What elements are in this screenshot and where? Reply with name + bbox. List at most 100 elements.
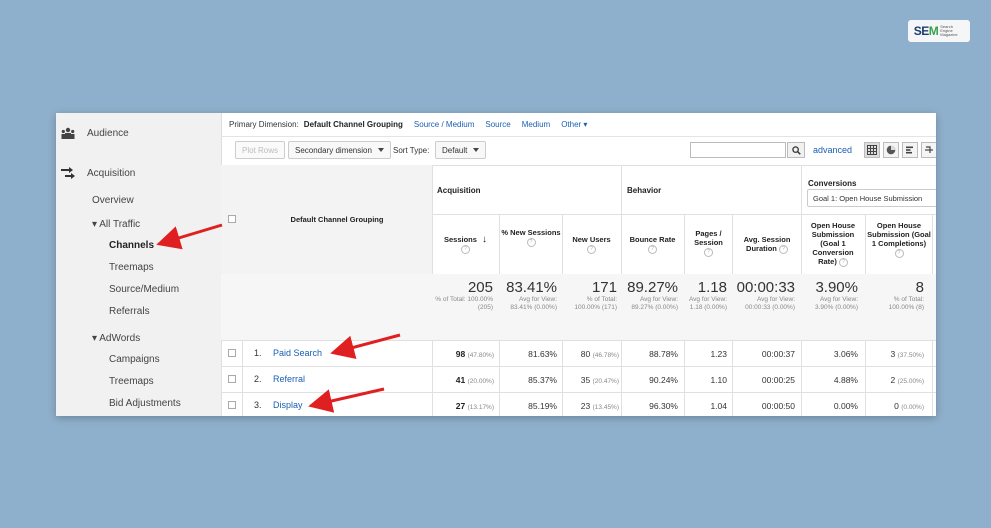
table-view-button[interactable] xyxy=(864,142,880,158)
bar-view-button[interactable] xyxy=(902,142,918,158)
row-pages-session: 1.04 xyxy=(710,401,727,411)
sidebar-item-campaigns[interactable]: Campaigns xyxy=(109,354,160,365)
total-avg-duration: 00:00:33 Avg for View: 00:00:33 (0.00%) xyxy=(736,279,795,312)
column-header-new-users[interactable]: New Users? xyxy=(562,235,621,254)
sidebar-item-channels[interactable]: Channels xyxy=(109,240,154,251)
row-avg-duration: 00:00:37 xyxy=(761,349,795,359)
pivot-view-button[interactable] xyxy=(921,142,936,158)
row-avg-duration: 00:00:50 xyxy=(761,401,795,411)
column-header-sessions[interactable]: Sessions ↓ ? xyxy=(432,235,499,254)
column-label-pages-session: Pages / Session xyxy=(694,229,723,247)
row-bounce-rate: 96.30% xyxy=(649,401,678,411)
total-new-sessions: 83.41% Avg for View: 83.41% (0.00%) xyxy=(506,279,557,312)
select-all-checkbox[interactable] xyxy=(228,215,236,223)
row-new-users: 23 (13.45%) xyxy=(580,401,619,411)
help-icon[interactable]: ? xyxy=(704,247,713,257)
sidebar-item-all-traffic[interactable]: ▾ All Traffic xyxy=(92,219,140,230)
grid-icon xyxy=(867,145,877,155)
row-pages-session: 1.10 xyxy=(710,375,727,385)
pie-chart-icon xyxy=(886,145,896,155)
dimension-other-dropdown[interactable]: Other ▾ xyxy=(561,120,587,129)
dimension-link-medium[interactable]: Medium xyxy=(522,120,550,129)
report-area: Primary Dimension: Default Channel Group… xyxy=(221,113,936,416)
pie-view-button[interactable] xyxy=(883,142,899,158)
sidebar-item-source-medium[interactable]: Source/Medium xyxy=(109,284,179,295)
column-header-pages-session[interactable]: Pages / Session? xyxy=(686,229,731,257)
group-header-behavior: Behavior xyxy=(627,186,662,195)
row-channel-link[interactable]: Referral xyxy=(273,374,305,384)
help-icon[interactable]: ? xyxy=(648,244,657,254)
row-avg-duration: 00:00:25 xyxy=(761,375,795,385)
sort-type-value: Default xyxy=(442,145,468,155)
help-icon[interactable]: ? xyxy=(587,244,596,254)
sidebar-item-audience[interactable]: Audience xyxy=(61,127,129,139)
row-checkbox[interactable] xyxy=(228,349,236,357)
row-index: 2. xyxy=(254,374,262,384)
row-sessions: 98 (47.80%) xyxy=(455,349,494,359)
channels-table: Default Channel Grouping Acquisition Beh… xyxy=(221,165,936,416)
sidebar-item-adwords-treemaps[interactable]: Treemaps xyxy=(109,376,154,387)
table-toolbar: Plot Rows Secondary dimension Sort Type:… xyxy=(221,137,936,165)
row-channel-link[interactable]: Display xyxy=(273,400,303,410)
sidebar-item-adwords[interactable]: ▾ AdWords xyxy=(92,333,140,344)
row-index: 3. xyxy=(254,400,262,410)
secondary-dimension-label: Secondary dimension xyxy=(295,145,372,155)
sidebar-item-acquisition[interactable]: Acquisition xyxy=(61,167,135,179)
plot-rows-button[interactable]: Plot Rows xyxy=(235,141,286,159)
row-new-users: 35 (20.47%) xyxy=(580,375,619,385)
total-bounce-rate: 89.27% Avg for View: 89.27% (0.00%) xyxy=(627,279,678,312)
column-header-completions[interactable]: Open House Submission (Goal 1 Completion… xyxy=(867,221,931,258)
column-header-conversion-rate[interactable]: Open House Submission (Goal 1 Conversion… xyxy=(803,221,863,267)
row-pages-session: 1.23 xyxy=(710,349,727,359)
help-icon[interactable]: ? xyxy=(838,257,848,267)
total-conversion-rate: 3.90% Avg for View: 3.90% (0.00%) xyxy=(815,279,858,312)
goal-select-dropdown[interactable]: Goal 1: Open House Submission xyxy=(807,189,936,207)
row-completions: 2 (25.00%) xyxy=(890,375,924,385)
row-channel-link[interactable]: Paid Search xyxy=(273,348,322,358)
sidebar-label-acquisition: Acquisition xyxy=(87,167,136,179)
primary-dimension-bar: Primary Dimension: Default Channel Group… xyxy=(221,113,936,137)
help-icon[interactable]: ? xyxy=(778,244,788,254)
row-new-sessions: 81.63% xyxy=(528,349,557,359)
sidebar-item-bid-adjustments[interactable]: Bid Adjustments xyxy=(109,398,181,409)
sidebar-item-overview[interactable]: Overview xyxy=(92,195,134,206)
group-header-conversions: Conversions xyxy=(808,179,857,188)
total-pages-session: 1.18 Avg for View: 1.18 (0.00%) xyxy=(688,279,727,312)
total-new-users: 171% of Total: 100.00% (171) xyxy=(574,279,617,312)
row-checkbox[interactable] xyxy=(228,375,236,383)
column-label-completions: Open House Submission (Goal 1 Completion… xyxy=(867,221,931,248)
sort-type-dropdown[interactable]: Default xyxy=(435,141,487,159)
help-icon[interactable]: ? xyxy=(526,237,536,247)
row-sessions: 41 (20.00%) xyxy=(455,375,494,385)
dimension-link-source[interactable]: Source xyxy=(485,120,510,129)
chevron-down-icon xyxy=(377,148,384,152)
sidebar-item-referrals[interactable]: Referrals xyxy=(109,306,150,317)
dimension-column-header[interactable]: Default Channel Grouping xyxy=(242,215,432,224)
sidebar: Audience Acquisition Overview ▾ All Traf… xyxy=(56,113,222,416)
acquisition-icon xyxy=(61,167,75,179)
pivot-icon xyxy=(925,146,933,153)
sort-down-arrow-icon: ↓ xyxy=(482,234,488,245)
logo-mark: SEM xyxy=(913,24,939,38)
column-label-new-sessions: % New Sessions xyxy=(501,228,561,237)
bar-chart-icon xyxy=(906,146,913,154)
dimension-link-source-medium[interactable]: Source / Medium xyxy=(414,120,474,129)
advanced-filter-link[interactable]: advanced xyxy=(813,145,852,155)
secondary-dimension-dropdown[interactable]: Secondary dimension xyxy=(288,141,391,159)
help-icon[interactable]: ? xyxy=(894,248,904,258)
search-button[interactable] xyxy=(787,142,805,158)
row-conversion-rate: 3.06% xyxy=(833,349,858,359)
column-header-new-sessions[interactable]: % New Sessions? xyxy=(501,228,561,247)
column-label-sessions: Sessions xyxy=(443,235,477,244)
help-icon[interactable]: ? xyxy=(461,244,470,254)
sidebar-item-treemaps[interactable]: Treemaps xyxy=(109,262,154,273)
column-header-avg-duration[interactable]: Avg. Session Duration ? xyxy=(734,235,800,254)
row-sessions: 27 (13.17%) xyxy=(455,401,494,411)
table-search-input[interactable] xyxy=(690,142,786,158)
logo-tagline: Search Engine Magazine xyxy=(940,24,958,37)
column-header-bounce-rate[interactable]: Bounce Rate? xyxy=(621,235,684,254)
row-new-sessions: 85.37% xyxy=(528,375,557,385)
row-conversion-rate: 4.88% xyxy=(833,375,858,385)
column-label-conversion-rate: Open House Submission (Goal 1 Conversion… xyxy=(810,221,856,266)
row-checkbox[interactable] xyxy=(228,401,236,409)
